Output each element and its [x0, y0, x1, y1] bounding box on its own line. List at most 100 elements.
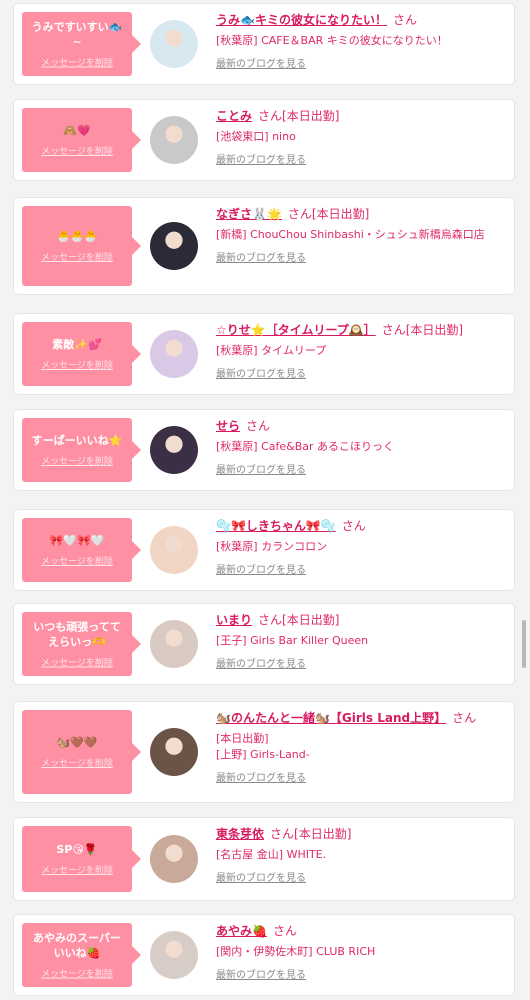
message-bubble: 🎀🤍🎀🤍 メッセージを削除	[22, 518, 141, 582]
latest-blog-link[interactable]: 最新のブログを見る	[216, 249, 306, 264]
shop-area: [秋葉原] タイムリープ	[216, 344, 327, 357]
delete-message-link[interactable]: メッセージを削除	[22, 250, 132, 263]
message-text: あやみのスーパーいいね🍓	[33, 931, 121, 960]
latest-blog-link[interactable]: 最新のブログを見る	[216, 869, 306, 884]
message-bubble: あやみのスーパーいいね🍓 メッセージを削除	[22, 923, 141, 987]
avatar[interactable]	[150, 426, 198, 474]
attendance-status: [本日出勤]	[282, 613, 340, 627]
message-text: 🙈💗	[63, 124, 91, 137]
message-text: いつも頑張っててえらいっ🫶	[33, 620, 121, 649]
avatar[interactable]	[150, 330, 198, 378]
cast-name-link[interactable]: せら	[216, 419, 240, 433]
attendance-status: [本日出勤]	[282, 109, 340, 123]
latest-blog-link[interactable]: 最新のブログを見る	[216, 769, 306, 784]
honorific: さん	[392, 13, 417, 27]
delete-message-link[interactable]: メッセージを削除	[22, 144, 132, 157]
delete-message-link[interactable]: メッセージを削除	[22, 967, 132, 980]
delete-message-link[interactable]: メッセージを削除	[22, 863, 132, 876]
message-bubble: すーぱーいいね⭐ メッセージを削除	[22, 418, 141, 482]
cast-name-link[interactable]: ☆りせ⭐［タイムリープ🕰️］	[216, 323, 376, 337]
cast-info: ことみ さん[本日出勤] [池袋東口] nino 最新のブログを見る	[216, 108, 504, 167]
latest-blog-link[interactable]: 最新のブログを見る	[216, 655, 306, 670]
scrollbar[interactable]	[522, 620, 526, 668]
cast-name-link[interactable]: 東条芽依	[216, 827, 264, 841]
message-text: うみですいすい🐟~	[31, 20, 123, 49]
cast-info: 🫧🎀しきちゃん🎀🫧 さん [秋葉原] カランコロン 最新のブログを見る	[216, 518, 504, 577]
message-card: 🙈💗 メッセージを削除 ことみ さん[本日出勤] [池袋東口] nino 最新のブ…	[14, 100, 514, 180]
attendance-status: [本日出勤]	[294, 827, 352, 841]
latest-blog-link[interactable]: 最新のブログを見る	[216, 461, 306, 476]
message-card: 素敵✨💕 メッセージを削除 ☆りせ⭐［タイムリープ🕰️］ さん[本日出勤] [秋葉…	[14, 314, 514, 394]
shop-area: [名古屋 金山] WHITE.	[216, 848, 327, 861]
delete-message-link[interactable]: メッセージを削除	[22, 56, 132, 69]
message-text: 素敵✨💕	[52, 338, 102, 351]
cast-info: 🐿️のんたんと一緒🐿️【Girls Land上野】 さん [本日出勤] [上野] …	[216, 710, 504, 785]
honorific: さん	[341, 519, 366, 533]
cast-name-link[interactable]: 🫧🎀しきちゃん🎀🫧	[216, 519, 336, 533]
honorific: さん	[452, 711, 477, 725]
cast-info: なぎさ🐰🌟 さん[本日出勤] [新橋] ChouChou Shinbashi・シュ…	[216, 206, 504, 265]
message-card: あやみのスーパーいいね🍓 メッセージを削除 あやみ🍓 さん [関内・伊勢佐木町] …	[14, 915, 514, 995]
delete-message-link[interactable]: メッセージを削除	[22, 756, 132, 769]
shop-area: [王子] Girls Bar Killer Queen	[216, 634, 369, 647]
shop-area: [秋葉原] Cafe&Bar あるこほりっく	[216, 440, 395, 453]
avatar[interactable]	[150, 526, 198, 574]
avatar[interactable]	[150, 931, 198, 979]
attendance-status: [本日出勤]	[311, 207, 370, 221]
message-bubble: いつも頑張っててえらいっ🫶 メッセージを削除	[22, 612, 141, 676]
shop-area: [本日出勤]	[216, 732, 269, 745]
cast-name-link[interactable]: うみ🐟キミの彼女になりたい！	[216, 13, 387, 27]
shop-area: [秋葉原] カランコロン	[216, 540, 328, 553]
honorific: さん	[287, 207, 312, 221]
cast-name-link[interactable]: いまり	[216, 613, 252, 627]
message-bubble: うみですいすい🐟~ メッセージを削除	[22, 12, 141, 76]
cast-name-link[interactable]: なぎさ🐰🌟	[216, 207, 282, 221]
avatar[interactable]	[150, 728, 198, 776]
attendance-status: [本日出勤]	[405, 323, 464, 337]
delete-message-link[interactable]: メッセージを削除	[22, 554, 132, 567]
message-text: 🐿️🤎🤎	[56, 736, 98, 749]
shop-area: [池袋東口] nino	[216, 130, 296, 143]
honorific: さん	[246, 419, 271, 433]
latest-blog-link[interactable]: 最新のブログを見る	[216, 55, 306, 70]
message-card: 🐿️🤎🤎 メッセージを削除 🐿️のんたんと一緒🐿️【Girls Land上野】さ…	[14, 702, 514, 802]
honorific: さん	[270, 827, 295, 841]
honorific: さん	[258, 109, 283, 123]
cast-info: あやみ🍓 さん [関内・伊勢佐木町] CLUB RICH 最新のブログを見る	[216, 923, 504, 982]
message-bubble: 素敵✨💕 メッセージを削除	[22, 322, 141, 386]
latest-blog-link[interactable]: 最新のブログを見る	[216, 966, 306, 981]
message-bubble: 🐿️🤎🤎 メッセージを削除	[22, 710, 141, 794]
cast-info: 東条芽依 さん[本日出勤] [名古屋 金山] WHITE. 最新のブログを見る	[216, 826, 504, 885]
delete-message-link[interactable]: メッセージを削除	[22, 358, 132, 371]
message-bubble: 🙈💗 メッセージを削除	[22, 108, 141, 172]
delete-message-link[interactable]: メッセージを削除	[22, 656, 132, 669]
avatar[interactable]	[150, 835, 198, 883]
cast-name-link[interactable]: あやみ🍓	[216, 924, 267, 938]
message-text: すーぱーいいね⭐	[31, 434, 123, 447]
latest-blog-link[interactable]: 最新のブログを見る	[216, 561, 306, 576]
shop-area: [新橋] ChouChou Shinbashi・シュシュ新橋烏森口店	[216, 228, 485, 241]
avatar[interactable]	[150, 116, 198, 164]
message-bubble: 🐣🐣🐣 メッセージを削除	[22, 206, 141, 286]
message-card: 🎀🤍🎀🤍 メッセージを削除 🫧🎀しきちゃん🎀🫧 さん [秋葉原] カランコロン 最…	[14, 510, 514, 590]
message-text: 🎀🤍🎀🤍	[49, 534, 105, 547]
cast-name-link[interactable]: 🐿️のんたんと一緒🐿️【Girls Land上野】	[216, 711, 446, 725]
message-card: うみですいすい🐟~ メッセージを削除 うみ🐟キミの彼女になりたい！ さん [秋葉原…	[14, 4, 514, 84]
avatar[interactable]	[150, 620, 198, 668]
latest-blog-link[interactable]: 最新のブログを見る	[216, 151, 306, 166]
message-text: 🐣🐣🐣	[56, 230, 98, 243]
avatar[interactable]	[150, 222, 198, 270]
shop-area: [秋葉原] CAFE＆BAR キミの彼女になりたい！	[216, 34, 448, 47]
avatar[interactable]	[150, 20, 198, 68]
message-bubble: SP😘🌹 メッセージを削除	[22, 826, 141, 892]
honorific: さん	[381, 323, 406, 337]
shop-area: [関内・伊勢佐木町] CLUB RICH	[216, 945, 376, 958]
latest-blog-link[interactable]: 最新のブログを見る	[216, 365, 306, 380]
delete-message-link[interactable]: メッセージを削除	[22, 454, 132, 467]
honorific: さん	[258, 613, 283, 627]
cast-name-link[interactable]: ことみ	[216, 109, 252, 123]
cast-info: いまり さん[本日出勤] [王子] Girls Bar Killer Queen …	[216, 612, 504, 671]
cast-info: せら さん [秋葉原] Cafe&Bar あるこほりっく 最新のブログを見る	[216, 418, 504, 477]
message-card: SP😘🌹 メッセージを削除 東条芽依 さん[本日出勤] [名古屋 金山] WHIT…	[14, 818, 514, 900]
message-card: いつも頑張っててえらいっ🫶 メッセージを削除 いまり さん[本日出勤] [王子] …	[14, 604, 514, 684]
